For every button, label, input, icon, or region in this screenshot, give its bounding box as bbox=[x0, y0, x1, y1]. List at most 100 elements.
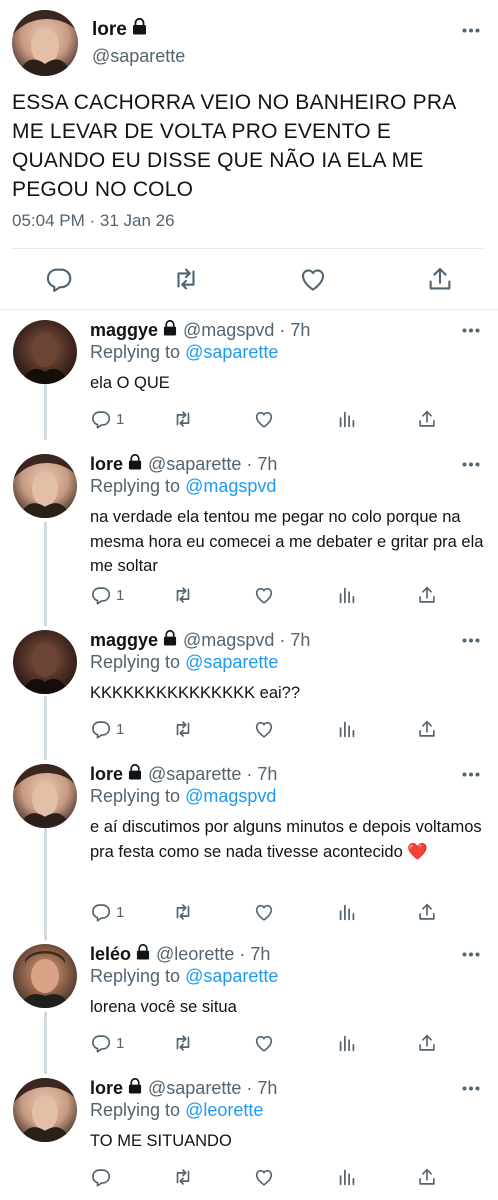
replying-to-mention[interactable]: @saparette bbox=[185, 652, 278, 672]
reply-icon[interactable] bbox=[90, 901, 112, 923]
avatar[interactable] bbox=[13, 944, 77, 1008]
tweet-text: ESSA CACHORRA VEIO NO BANHEIRO PRA ME LE… bbox=[12, 91, 456, 201]
replying-to-mention[interactable]: @saparette bbox=[185, 342, 278, 362]
retweet-icon[interactable] bbox=[171, 264, 201, 294]
reply-time[interactable]: 7h bbox=[257, 454, 277, 475]
reply-tweet[interactable]: maggye @magspvd · 7h Replying to @sapare… bbox=[0, 310, 498, 444]
author-name[interactable]: maggye bbox=[90, 630, 158, 651]
replying-to-label: Replying to bbox=[90, 652, 181, 672]
reply-icon[interactable] bbox=[44, 264, 74, 294]
author-handle[interactable]: @saparette bbox=[92, 46, 185, 67]
retweet-icon[interactable] bbox=[172, 901, 194, 923]
avatar[interactable] bbox=[13, 454, 77, 518]
retweet-icon[interactable] bbox=[172, 408, 194, 430]
like-icon[interactable] bbox=[253, 408, 275, 430]
share-icon[interactable] bbox=[416, 718, 438, 740]
replying-to: Replying to @magspvd bbox=[90, 476, 276, 497]
analytics-icon[interactable] bbox=[336, 584, 358, 606]
avatar[interactable] bbox=[13, 630, 77, 694]
more-options-icon[interactable] bbox=[462, 952, 482, 960]
lock-icon bbox=[128, 763, 142, 785]
reply-time[interactable]: 7h bbox=[257, 1078, 277, 1099]
replying-to-label: Replying to bbox=[90, 786, 181, 806]
like-icon[interactable] bbox=[253, 1166, 275, 1188]
analytics-icon[interactable] bbox=[336, 1166, 358, 1188]
author-name[interactable]: lore bbox=[92, 17, 147, 41]
author-handle[interactable]: @saparette bbox=[148, 454, 241, 475]
more-options-icon[interactable] bbox=[462, 462, 482, 470]
more-options-icon[interactable] bbox=[462, 1086, 482, 1094]
author-handle[interactable]: @leorette bbox=[156, 944, 234, 965]
reply-time[interactable]: 7h bbox=[250, 944, 270, 965]
reply-actions bbox=[90, 1166, 450, 1192]
reply-icon[interactable] bbox=[90, 1166, 112, 1188]
more-options-icon[interactable] bbox=[462, 328, 482, 336]
more-options-icon[interactable] bbox=[462, 772, 482, 780]
share-icon[interactable] bbox=[416, 584, 438, 606]
like-icon[interactable] bbox=[298, 264, 328, 294]
reply-icon[interactable] bbox=[90, 584, 112, 606]
author-name[interactable]: leléo bbox=[90, 944, 131, 965]
avatar[interactable] bbox=[12, 10, 78, 76]
meta-separator: · bbox=[274, 320, 291, 340]
analytics-icon[interactable] bbox=[336, 901, 358, 923]
like-icon[interactable] bbox=[253, 718, 275, 740]
avatar[interactable] bbox=[13, 320, 77, 384]
replying-to-mention[interactable]: @saparette bbox=[185, 966, 278, 986]
reply-time[interactable]: 7h bbox=[290, 320, 310, 341]
analytics-icon[interactable] bbox=[336, 1032, 358, 1054]
share-icon[interactable] bbox=[416, 1166, 438, 1188]
author-name[interactable]: maggye bbox=[90, 320, 158, 341]
analytics-icon[interactable] bbox=[336, 718, 358, 740]
author-name[interactable]: lore bbox=[90, 1078, 123, 1099]
reply-icon[interactable] bbox=[90, 1032, 112, 1054]
tweet-timestamp[interactable]: 05:04 PM · 31 Jan 26 bbox=[12, 211, 175, 231]
main-tweet: lore @saparette ESSA CACHORRA VEIO NO BA… bbox=[0, 0, 498, 310]
replying-to-label: Replying to bbox=[90, 476, 181, 496]
replying-to-label: Replying to bbox=[90, 1100, 181, 1120]
author-handle[interactable]: @magspvd bbox=[183, 630, 274, 651]
retweet-icon[interactable] bbox=[172, 1032, 194, 1054]
author-name-text[interactable]: lore bbox=[92, 19, 127, 41]
like-icon[interactable] bbox=[253, 1032, 275, 1054]
more-options-icon[interactable] bbox=[462, 638, 482, 646]
avatar[interactable] bbox=[13, 764, 77, 828]
reply-tweet[interactable]: lore @saparette · 7h Replying to @magspv… bbox=[0, 754, 498, 934]
share-icon[interactable] bbox=[425, 264, 455, 294]
like-icon[interactable] bbox=[253, 901, 275, 923]
author-handle[interactable]: @magspvd bbox=[183, 320, 274, 341]
reply-icon[interactable] bbox=[90, 408, 112, 430]
lock-icon bbox=[163, 319, 177, 341]
reply-time[interactable]: 7h bbox=[257, 764, 277, 785]
reply-actions: 1 bbox=[90, 408, 450, 434]
reply-tweet[interactable]: lore @saparette · 7h Replying to @magspv… bbox=[0, 444, 498, 620]
like-icon[interactable] bbox=[253, 584, 275, 606]
lock-icon bbox=[128, 1077, 142, 1099]
reply-time[interactable]: 7h bbox=[290, 630, 310, 651]
reply-tweet[interactable]: lore @saparette · 7h Replying to @leoret… bbox=[0, 1068, 498, 1200]
analytics-icon[interactable] bbox=[336, 408, 358, 430]
author-name[interactable]: lore bbox=[90, 454, 123, 475]
retweet-icon[interactable] bbox=[172, 584, 194, 606]
retweet-icon[interactable] bbox=[172, 1166, 194, 1188]
reply-icon[interactable] bbox=[90, 718, 112, 740]
author-handle[interactable]: @saparette bbox=[148, 1078, 241, 1099]
replying-to-mention[interactable]: @magspvd bbox=[185, 786, 276, 806]
reply-tweet[interactable]: leléo @leorette · 7h Replying to @sapare… bbox=[0, 934, 498, 1068]
reply-tweet[interactable]: maggye @magspvd · 7h Replying to @sapare… bbox=[0, 620, 498, 754]
replying-to-label: Replying to bbox=[90, 966, 181, 986]
retweet-icon[interactable] bbox=[172, 718, 194, 740]
share-icon[interactable] bbox=[416, 408, 438, 430]
meta-separator: · bbox=[234, 944, 251, 964]
replying-to-mention[interactable]: @magspvd bbox=[185, 476, 276, 496]
reply-header: maggye @magspvd · 7h bbox=[90, 629, 310, 651]
tweet-actions bbox=[0, 260, 498, 300]
avatar[interactable] bbox=[13, 1078, 77, 1142]
share-icon[interactable] bbox=[416, 901, 438, 923]
reply-header: lore @saparette · 7h bbox=[90, 763, 277, 785]
more-options-icon[interactable] bbox=[462, 28, 482, 36]
replying-to-mention[interactable]: @leorette bbox=[185, 1100, 263, 1120]
share-icon[interactable] bbox=[416, 1032, 438, 1054]
author-handle[interactable]: @saparette bbox=[148, 764, 241, 785]
author-name[interactable]: lore bbox=[90, 764, 123, 785]
